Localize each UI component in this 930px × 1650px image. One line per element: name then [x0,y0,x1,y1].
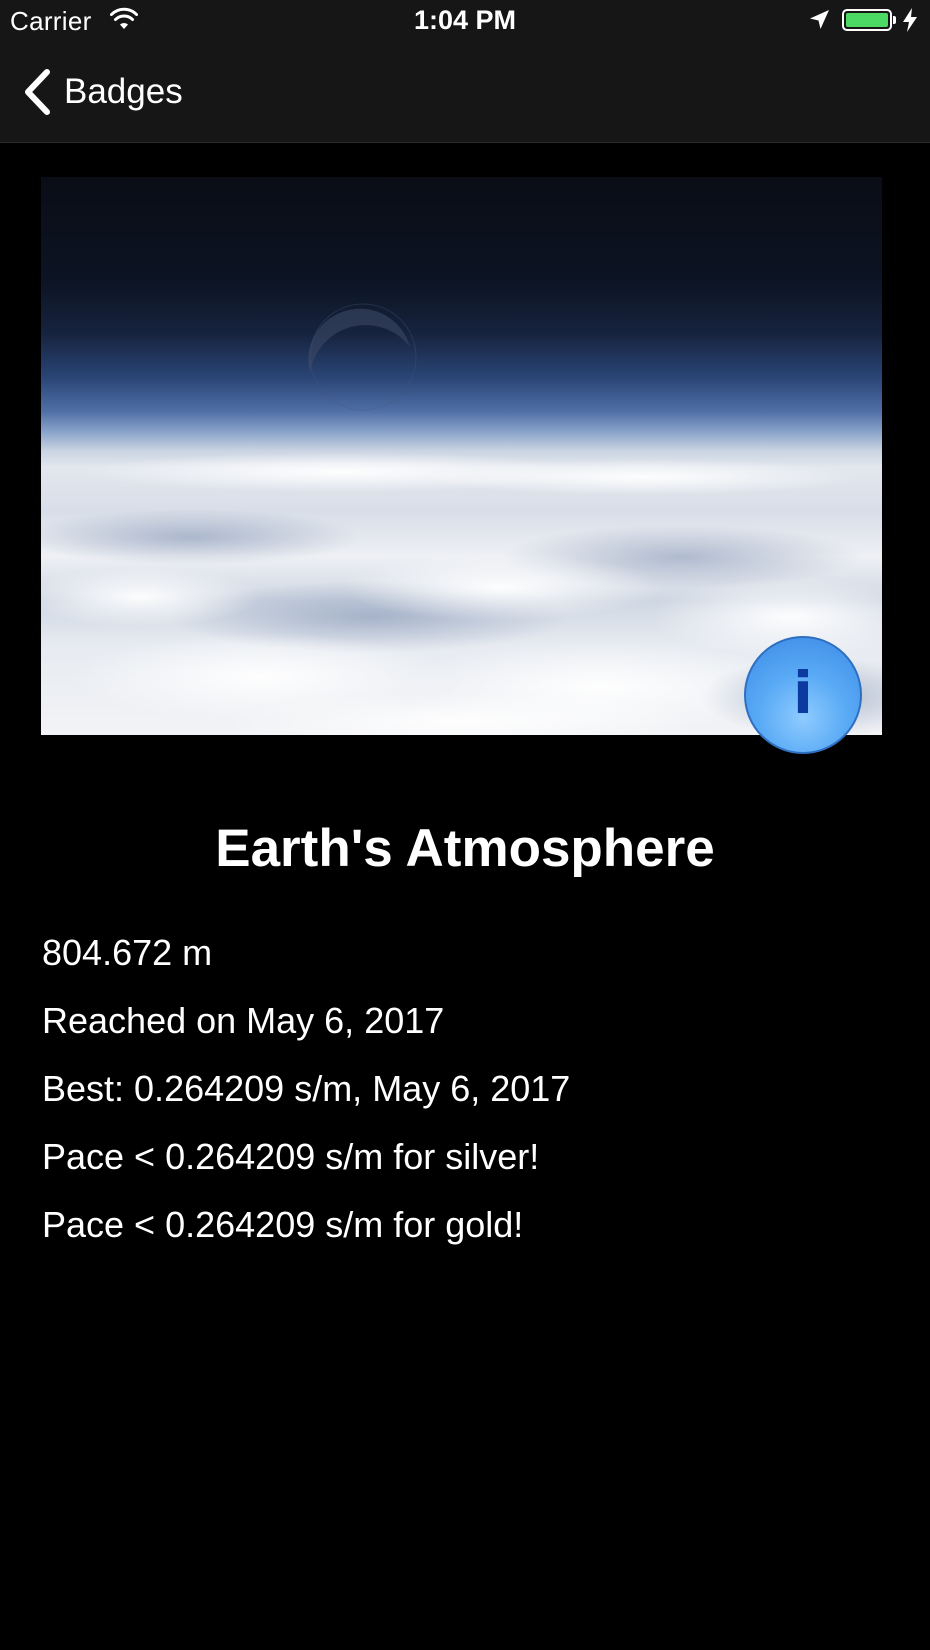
badge-title: Earth's Atmosphere [215,819,715,878]
moon-crescent [308,308,410,374]
chevron-left-icon [25,69,50,115]
charging-bolt-icon [903,8,917,32]
location-arrow-icon [810,10,829,29]
best-pace-text: Best: 0.264209 s/m, May 6, 2017 [42,1068,571,1109]
distance-text: 804.672 m [42,932,213,973]
silver-goal-text: Pace < 0.264209 s/m for silver! [42,1136,540,1177]
battery-tip [893,16,896,24]
info-button[interactable]: i [744,636,862,754]
battery-level [846,13,888,27]
back-label: Badges [64,72,183,111]
battery-icon [842,9,892,31]
status-time: 1:04 PM [413,5,517,35]
badge-stats-list: 804.672 m Reached on May 6, 2017 Best: 0… [42,928,570,1268]
navigation-bar: Badges [0,42,930,143]
reached-date-text: Reached on May 6, 2017 [42,1000,445,1041]
badge-image [41,177,882,735]
back-button[interactable]: Badges [22,66,183,118]
earth-atmosphere-photo [41,303,882,735]
info-icon: i [793,659,813,727]
status-bar: Carrier 1:04 PM [0,0,930,42]
gold-goal-text: Pace < 0.264209 s/m for gold! [42,1204,524,1245]
